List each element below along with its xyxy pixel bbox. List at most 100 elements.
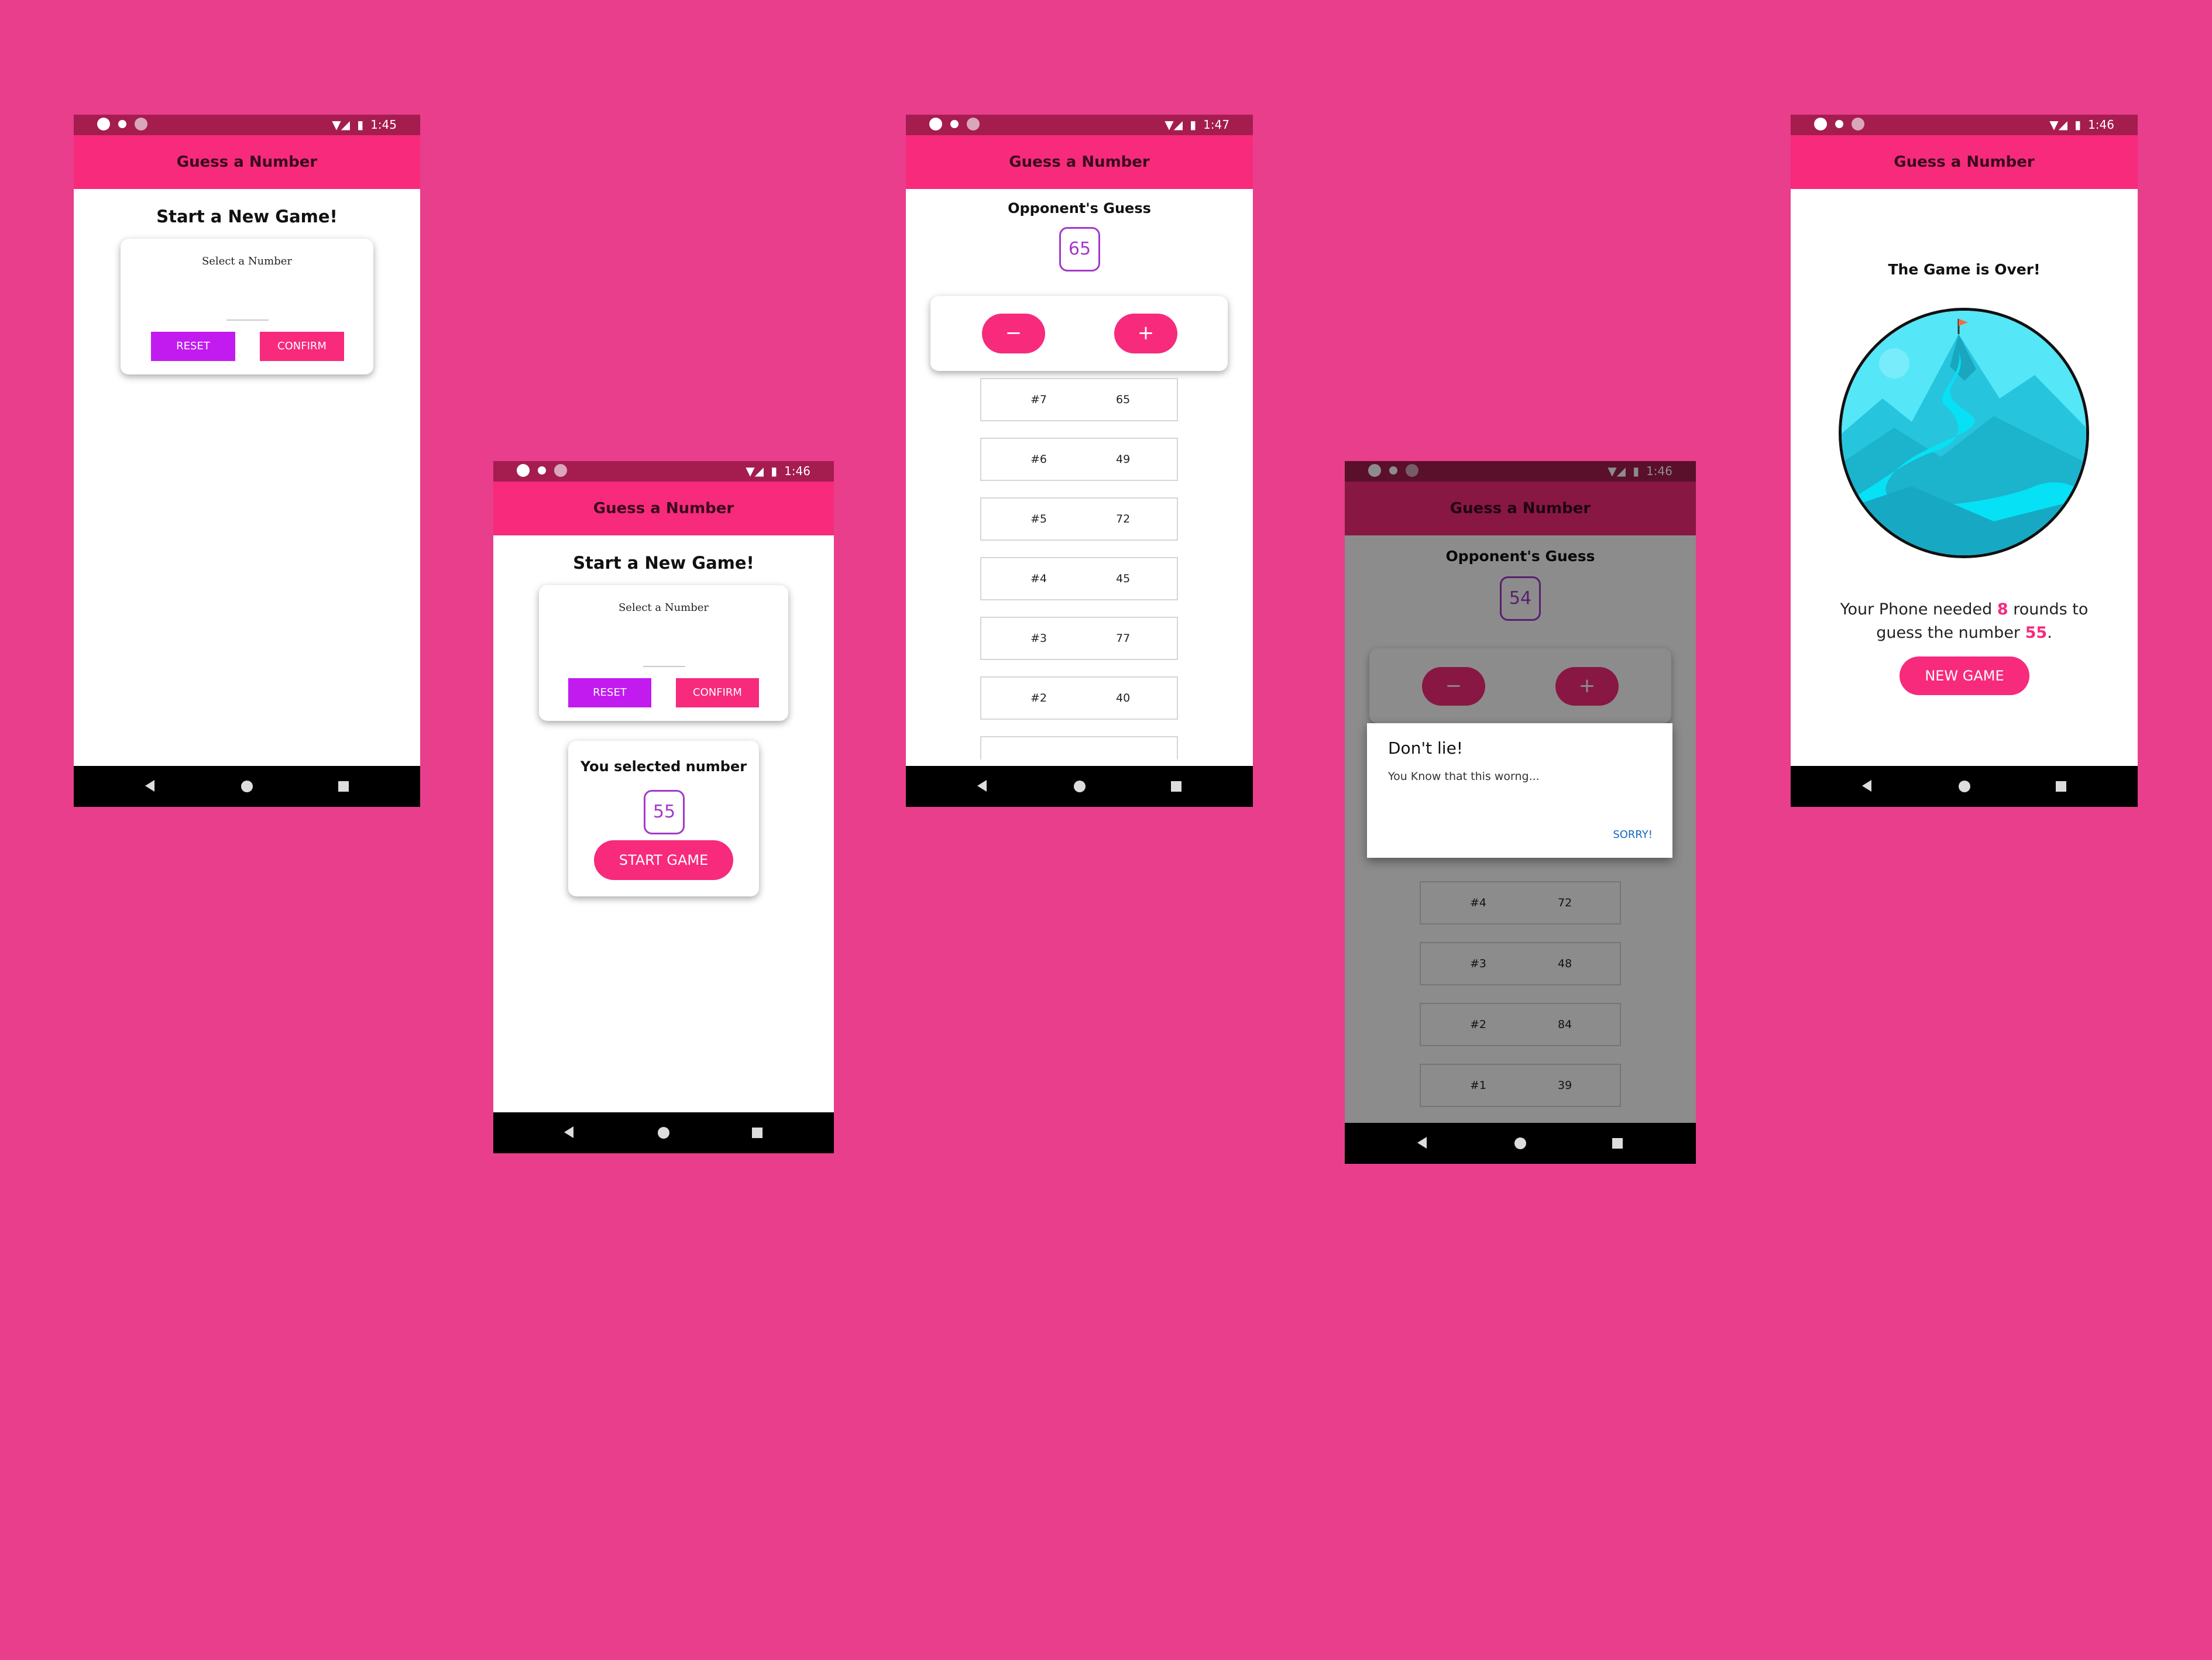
round-number: #2 — [1031, 692, 1047, 704]
recents-icon[interactable] — [2056, 781, 2066, 792]
reset-button[interactable]: RESET — [568, 678, 651, 707]
greater-button[interactable]: + — [1114, 314, 1177, 353]
page-title: Opponent's Guess — [1008, 200, 1151, 216]
start-game-button[interactable]: START GAME — [594, 840, 733, 880]
summary-text: . — [2047, 624, 2052, 642]
wifi-icon: ▼◢ — [746, 464, 764, 478]
dialog-message: You Know that this worng... — [1388, 770, 1540, 783]
phone-screen-dialog: ▼◢ ▮ 1:46 Guess a Number Opponent's Guess … — [1345, 461, 1696, 1164]
notification-icon — [118, 120, 126, 128]
round-number: #6 — [1031, 453, 1047, 466]
select-number-card: Select a Number RESET CONFIRM — [121, 239, 373, 374]
recents-icon[interactable] — [1612, 1138, 1623, 1149]
clock: 1:47 — [1203, 118, 1229, 132]
wifi-icon: ▼◢ — [332, 118, 351, 132]
app-icon — [1814, 118, 1827, 130]
select-number-label: Select a Number — [618, 602, 709, 614]
wifi-icon: ▼◢ — [1165, 118, 1183, 132]
page-title: Start a New Game! — [573, 553, 754, 573]
phone-screen-start: ▼◢ ▮ 1:45 Guess a Number Start a New Game!… — [74, 115, 420, 807]
new-game-button[interactable]: NEW GAME — [1900, 657, 2029, 695]
recents-icon[interactable] — [338, 781, 349, 792]
app-icon — [929, 118, 942, 130]
summary-text: rounds to — [2008, 600, 2089, 618]
target-number: 55 — [2025, 624, 2048, 642]
guess-controls-card: − + — [930, 296, 1228, 371]
app-bar-title: Guess a Number — [906, 135, 1253, 189]
round-number: #7 — [1031, 393, 1047, 406]
recents-icon[interactable] — [1171, 781, 1181, 792]
battery-icon: ▮ — [1190, 118, 1197, 132]
mountain-illustration — [1842, 311, 2086, 555]
game-over-title: The Game is Over! — [1888, 261, 2041, 278]
app-icon — [517, 464, 530, 477]
navigation-bar — [493, 1112, 834, 1153]
home-icon[interactable] — [658, 1127, 669, 1139]
battery-icon: ▮ — [357, 118, 364, 132]
reset-button[interactable]: RESET — [151, 332, 235, 361]
phone-screen-game-over: ▼◢ ▮ 1:46 Guess a Number The Game is Over!… — [1791, 115, 2138, 807]
list-item: #5 72 — [980, 497, 1178, 541]
number-input[interactable] — [226, 319, 269, 321]
app-bar-title: Guess a Number — [493, 482, 834, 535]
notification-icon — [1835, 120, 1843, 128]
lower-button[interactable]: − — [982, 314, 1045, 353]
round-number: #5 — [1031, 513, 1047, 525]
battery-icon: ▮ — [771, 464, 778, 478]
selected-number-title: You selected number — [580, 758, 747, 775]
round-value: 40 — [1116, 692, 1131, 704]
game-over-summary: Your Phone needed 8 rounds to guess the … — [1791, 598, 2138, 645]
round-value: 65 — [1116, 393, 1131, 406]
confirm-button[interactable]: CONFIRM — [676, 678, 759, 707]
back-icon[interactable] — [977, 780, 987, 792]
summary-text: guess the number — [1876, 624, 2025, 642]
recents-icon[interactable] — [752, 1128, 762, 1138]
round-value: 45 — [1116, 572, 1131, 585]
battery-icon: ▮ — [2074, 118, 2082, 132]
list-item: #2 40 — [980, 676, 1178, 720]
page-title: Start a New Game! — [156, 207, 338, 226]
home-icon[interactable] — [1074, 781, 1086, 792]
summary-text: Your Phone needed — [1840, 600, 1997, 618]
app-bar-title: Guess a Number — [74, 135, 420, 189]
dialog-title: Don't lie! — [1388, 738, 1464, 758]
number-input[interactable] — [643, 666, 685, 667]
home-icon[interactable] — [1959, 781, 1970, 792]
sorry-button[interactable]: SORRY! — [1613, 829, 1653, 841]
app-bar-title: Guess a Number — [1791, 135, 2138, 189]
home-icon[interactable] — [241, 781, 253, 792]
navigation-bar — [906, 766, 1253, 807]
alert-dialog: Don't lie! You Know that this worng... S… — [1367, 723, 1672, 858]
notification-icon — [538, 466, 546, 475]
selected-number-value: 55 — [644, 790, 685, 834]
opponent-guess-value: 65 — [1059, 227, 1100, 271]
wifi-icon: ▼◢ — [2049, 118, 2068, 132]
back-icon[interactable] — [1417, 1137, 1427, 1149]
rounds-list[interactable]: #7 65 #6 49 #5 72 #4 45 #3 77 #2 40 — [980, 378, 1179, 759]
back-icon[interactable] — [564, 1126, 573, 1138]
phone-screen-game: ▼◢ ▮ 1:47 Guess a Number Opponent's Guess … — [906, 115, 1253, 807]
clock: 1:46 — [2088, 118, 2114, 132]
confirm-button[interactable]: CONFIRM — [260, 332, 344, 361]
record-icon — [1852, 118, 1864, 130]
list-item: #7 65 — [980, 378, 1178, 421]
back-icon[interactable] — [145, 780, 154, 792]
game-over-image — [1839, 308, 2089, 558]
record-icon — [554, 464, 567, 477]
app-icon — [97, 118, 110, 130]
home-icon[interactable] — [1514, 1137, 1526, 1149]
navigation-bar — [74, 766, 420, 807]
record-icon — [135, 118, 147, 130]
navigation-bar — [1791, 766, 2138, 807]
clock: 1:46 — [784, 464, 810, 478]
status-bar: ▼◢ ▮ 1:45 — [74, 115, 420, 135]
navigation-bar — [1345, 1123, 1696, 1164]
phone-screen-selected: ▼◢ ▮ 1:46 Guess a Number Start a New Game!… — [493, 461, 834, 1153]
select-number-card: Select a Number RESET CONFIRM — [539, 585, 788, 721]
list-item-partial — [980, 736, 1178, 759]
round-number: #3 — [1031, 632, 1047, 645]
record-icon — [967, 118, 980, 130]
notification-icon — [950, 120, 959, 128]
back-icon[interactable] — [1862, 780, 1871, 792]
list-item: #6 49 — [980, 438, 1178, 481]
